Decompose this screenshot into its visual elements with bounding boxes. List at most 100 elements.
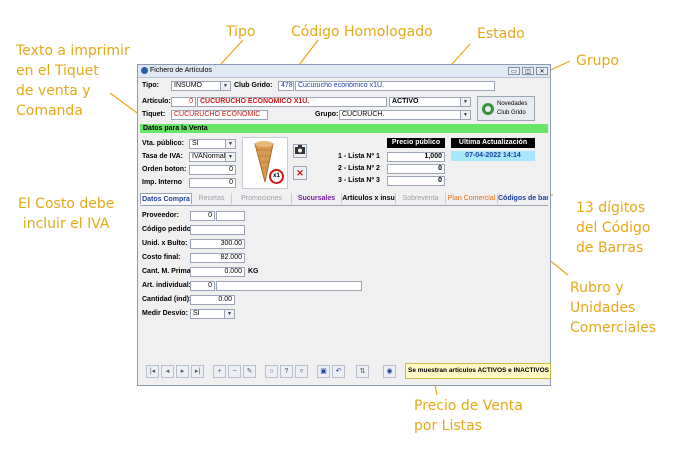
tab-sucursales[interactable]: Sucursales (292, 193, 342, 204)
novedades-club-grido-button[interactable]: Novedades Club Grido (477, 96, 535, 121)
annotation-line: Rubro y (570, 280, 624, 296)
estado-value: ACTIVO (392, 98, 419, 105)
close-button[interactable]: ✕ (536, 67, 548, 75)
chevron-down-icon: ▼ (220, 82, 230, 90)
tasa-iva-label: Tasa de IVA: (142, 153, 183, 160)
sort-icon[interactable]: ⇅ (356, 365, 369, 378)
previous-record-button[interactable]: ◂ (161, 365, 174, 378)
annotation-line: Comerciales (570, 320, 657, 336)
last-record-button[interactable]: ▸| (191, 365, 204, 378)
club-description-field[interactable]: Cucurucho económico x1U. (295, 81, 495, 91)
tasa-iva-select[interactable]: IVANormal ▼ (189, 152, 236, 162)
articulo-code-field[interactable]: 0 (171, 97, 196, 107)
art-individual-code-field[interactable]: 0 (190, 281, 215, 291)
edit-record-button[interactable]: ✎ (243, 365, 256, 378)
next-record-button[interactable]: ▸ (176, 365, 189, 378)
ultima-actualizacion-value: 07-04-2022 14:14 (451, 151, 535, 161)
art-individual-label: Art. individual: (142, 282, 191, 289)
add-record-button[interactable]: + (213, 365, 226, 378)
tipo-value: INSUMO (174, 82, 202, 89)
annotation-line: incluir el IVA (22, 216, 110, 232)
proveedor-name-field[interactable] (216, 211, 245, 221)
art-individual-name-field[interactable] (216, 281, 362, 291)
club-code-field[interactable]: 478 (278, 81, 294, 91)
lista-2-field[interactable]: 0 (387, 164, 445, 174)
annotation-line: El Costo debe (18, 196, 115, 212)
medir-desvio-select[interactable]: SI ▼ (190, 309, 235, 319)
tab-promociones[interactable]: Promociones (232, 193, 292, 204)
annotation-costo-iva: El Costo debe incluir el IVA (18, 194, 114, 234)
proveedor-code-field[interactable]: 0 (190, 211, 215, 221)
filter-icon[interactable]: ▿ (295, 365, 308, 378)
chevron-down-icon: ▼ (460, 111, 470, 119)
vta-publico-value: SI (192, 140, 199, 147)
annotation-estado: Estado (477, 26, 525, 42)
cant-m-prima-label: Cant. M. Prima: (142, 268, 193, 275)
annotation-tipo: Tipo (226, 24, 256, 40)
annotation-precio-venta: Precio de Venta por Listas (414, 396, 523, 436)
maximize-button[interactable]: ◫ (522, 67, 534, 75)
cantidad-ind-label: Cantidad (ind): (142, 296, 192, 303)
tab-codigos-barra[interactable]: Códigos de barra (498, 193, 548, 204)
grupo-value: CUCURUCH. (342, 111, 385, 118)
delete-image-icon[interactable]: ✕ (293, 166, 307, 180)
lista-3-label: 3 - Lista Nº 3 (338, 177, 380, 184)
tipo-label: Tipo: (142, 82, 159, 89)
annotation-line: Unidades (570, 300, 636, 316)
chevron-down-icon: ▼ (225, 153, 235, 161)
tab-plan-comercial[interactable]: Plan Comercial (446, 193, 498, 204)
annotation-line: Texto a imprimir (16, 43, 130, 59)
vta-publico-select[interactable]: SI ▼ (189, 139, 236, 149)
unid-bulto-field[interactable]: 300.00 (190, 239, 245, 249)
grupo-select[interactable]: CUCURUCH. ▼ (339, 110, 471, 120)
quantity-badge: x1 (269, 169, 284, 184)
camera-icon[interactable] (293, 144, 307, 158)
delete-record-button[interactable]: − (228, 365, 241, 378)
imp-interno-field[interactable]: 0 (189, 178, 236, 188)
annotation-line: de venta y (16, 83, 91, 99)
costo-final-field[interactable]: 82.000 (190, 253, 245, 263)
precio-publico-header: Precio público (387, 138, 445, 148)
help-icon[interactable]: ? (280, 365, 293, 378)
title-bar: Fichero de Artículos ▭ ◫ ✕ (138, 65, 550, 78)
product-image: x1 (242, 137, 288, 189)
first-record-button[interactable]: |◂ (146, 365, 159, 378)
medir-desvio-label: Medir Desvío: (142, 310, 188, 317)
lista-2-label: 2 - Lista Nº 2 (338, 165, 380, 172)
camera-glyph (295, 145, 305, 154)
refresh-icon (482, 103, 494, 115)
tiquet-field[interactable]: CUCURUCHO ECONÓMIC (171, 110, 268, 120)
articulo-name-field[interactable]: CUCURUCHO ECONÓMICO X1U. (197, 97, 387, 107)
tab-datos-compra[interactable]: Datos Compra (140, 193, 192, 204)
orden-boton-field[interactable]: 0 (189, 165, 236, 175)
articulos-window: Fichero de Artículos ▭ ◫ ✕ Tipo: INSUMO … (137, 64, 551, 386)
novedades-label: Novedades (497, 101, 528, 107)
search-icon[interactable]: ○ (265, 365, 278, 378)
tab-sobreventa[interactable]: Sobreventa (396, 193, 446, 204)
imp-interno-label: Imp. Interno (142, 179, 183, 186)
annotation-line: Precio de Venta (414, 398, 523, 414)
lista-1-label: 1 - Lista Nº 1 (338, 153, 380, 160)
annotation-line: en el Tiquet (16, 63, 99, 79)
codigo-pedido-field[interactable] (190, 225, 245, 235)
lista-1-field[interactable]: 1,000 (387, 152, 445, 162)
save-icon[interactable]: ▣ (317, 365, 330, 378)
status-message: Se muestran artículos ACTIVOS e INACTIVO… (405, 363, 551, 379)
tab-articulos-x-insumo[interactable]: Artículos x insu (342, 193, 396, 204)
tab-recetas[interactable]: Recetas (192, 193, 232, 204)
annotation-line: del Código (576, 220, 651, 236)
cantidad-ind-field[interactable]: 0.00 (190, 295, 235, 305)
undo-icon[interactable]: ↶ (332, 365, 345, 378)
tipo-select[interactable]: INSUMO ▼ (171, 81, 231, 91)
datos-venta-title: Datos para la Venta (143, 125, 208, 132)
chevron-down-icon: ▼ (225, 140, 235, 148)
annotation-grupo: Grupo (576, 53, 619, 69)
cant-m-prima-field[interactable]: 0.000 (190, 267, 245, 277)
window-title: Fichero de Artículos (150, 67, 212, 74)
articulo-label: Artículo: (142, 98, 171, 105)
lista-3-field[interactable]: 0 (387, 176, 445, 186)
ultima-actualizacion-header: Última Actualización (451, 138, 535, 148)
user-filter-icon[interactable]: ◉ (383, 365, 396, 378)
estado-select[interactable]: ACTIVO ▼ (389, 97, 471, 107)
minimize-button[interactable]: ▭ (508, 67, 520, 75)
